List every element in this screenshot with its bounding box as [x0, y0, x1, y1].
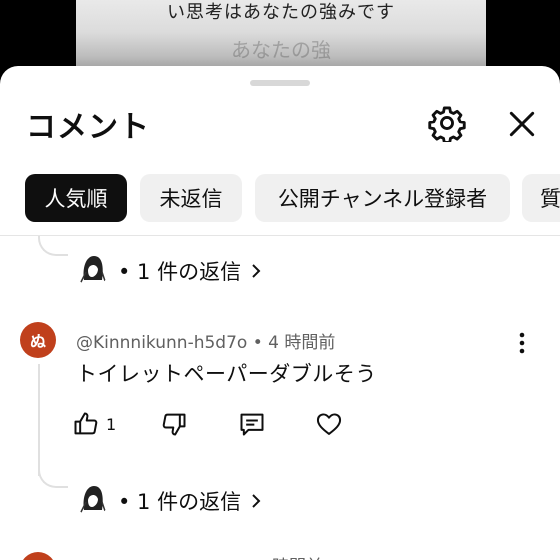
chip-popular[interactable]: 人気順: [25, 174, 127, 222]
replies-link[interactable]: • 1 件の返信: [118, 486, 263, 516]
like-button[interactable]: 1: [72, 408, 116, 440]
chip-questions[interactable]: 質: [522, 174, 560, 222]
comment-text: トイレットペーパーダブルそう: [76, 362, 377, 386]
drag-handle[interactable]: [250, 80, 310, 86]
comment-actions: 1: [72, 408, 372, 440]
dislike-button[interactable]: [160, 408, 188, 440]
chip-unreplied[interactable]: 未返信: [140, 174, 242, 222]
replies-link[interactable]: • 1 件の返信: [118, 256, 263, 286]
chevron-right-icon: [252, 264, 261, 278]
comment-time: • 4 時間前: [252, 333, 336, 353]
thread-connector: [38, 468, 68, 488]
comment-meta: @Kinnnikunn-h5d7o • 4 時間前: [76, 328, 335, 353]
thumbs-down-icon: [162, 413, 186, 436]
divider: [0, 235, 560, 236]
filter-chips: 人気順 未返信 公開チャンネル登録者 質: [0, 174, 560, 224]
gear-icon[interactable]: [428, 104, 466, 142]
video-ghost-text: あなたの強: [231, 38, 331, 62]
chip-public-subscribers[interactable]: 公開チャンネル登録者: [255, 174, 510, 222]
thread-connector: [38, 236, 68, 256]
like-count: 1: [106, 414, 117, 434]
comment-author[interactable]: @Kinnnikunn-h5d7o: [76, 333, 247, 353]
avatar-letter: ぬ: [29, 332, 46, 351]
avatar[interactable]: [74, 250, 110, 286]
thumbs-up-icon: [74, 412, 98, 435]
more-vertical-icon[interactable]: [512, 331, 532, 355]
avatar[interactable]: [74, 480, 110, 516]
reply-button[interactable]: [238, 408, 266, 440]
thread-line: [38, 364, 40, 476]
video-caption: い思考はあなたの強みです: [167, 2, 395, 23]
replies-label: • 1 件の返信: [118, 490, 242, 514]
chevron-right-icon: [252, 494, 261, 508]
heart-icon: [316, 413, 342, 435]
reply-comment-icon: [240, 413, 264, 436]
comment-time: 時間前: [272, 552, 323, 560]
heart-button[interactable]: [314, 408, 344, 440]
avatar[interactable]: [20, 552, 56, 560]
avatar[interactable]: ぬ: [20, 322, 56, 358]
close-icon[interactable]: [506, 108, 538, 140]
panel-title: コメント: [26, 110, 150, 145]
comments-panel: コメント 人気順 未返信 公開チャンネル登録者 質 • 1 件の返信 ぬ @Ki…: [0, 66, 560, 560]
replies-label: • 1 件の返信: [118, 260, 242, 284]
